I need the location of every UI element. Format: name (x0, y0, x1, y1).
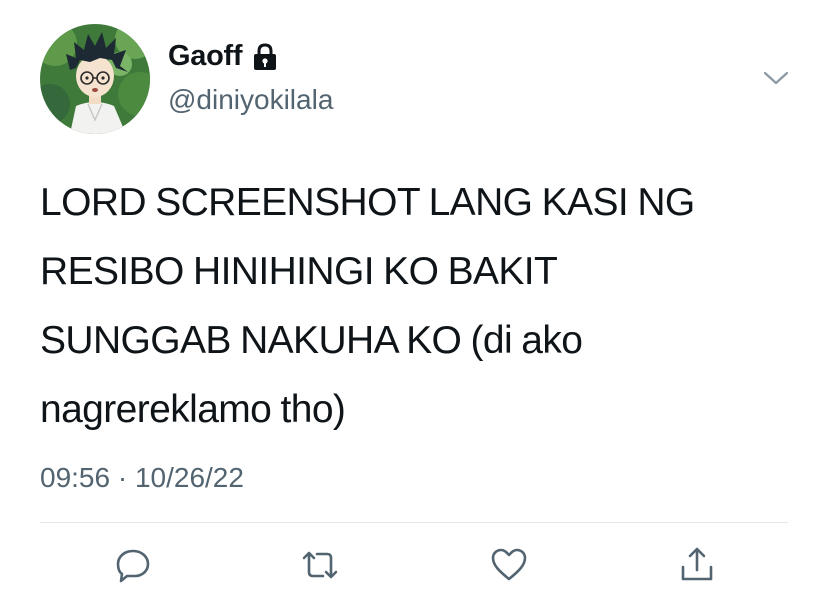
user-handle[interactable]: @diniyokilala (168, 84, 333, 116)
reply-button[interactable] (110, 542, 156, 588)
tweet-text: LORD SCREENSHOT LANG KASI NG RESIBO HINI… (40, 181, 695, 431)
retweet-icon (302, 551, 338, 579)
retweet-button[interactable] (297, 542, 343, 588)
action-bar (0, 542, 828, 592)
chevron-down-icon[interactable] (762, 68, 790, 88)
share-button[interactable] (674, 542, 720, 588)
avatar[interactable] (40, 24, 150, 134)
tweet-card: Gaoff @diniyokilala LORD SCREENSHOT LANG… (0, 0, 828, 612)
reply-icon (116, 549, 150, 583)
divider (40, 522, 788, 523)
heart-icon (491, 548, 527, 581)
share-icon (681, 547, 713, 581)
lock-icon (252, 42, 278, 71)
avatar-image (40, 24, 150, 134)
user-name-row: Gaoff (168, 40, 278, 73)
like-button[interactable] (486, 542, 532, 588)
tweet-timestamp[interactable]: 09:56 · 10/26/22 (40, 462, 244, 494)
display-name[interactable]: Gaoff (168, 40, 243, 73)
